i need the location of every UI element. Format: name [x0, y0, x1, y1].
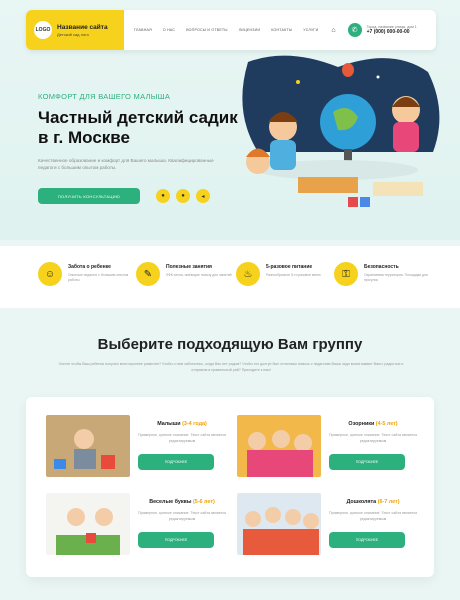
group-text: Примерное, краткое описание. Текст сайта…	[138, 511, 227, 521]
contacts-block: Город, название улицы, дом 1 +7 (000) 00…	[367, 25, 417, 35]
instagram-icon[interactable]: ●	[176, 189, 190, 203]
hero-lead: Качественное образование и комфорт для В…	[38, 158, 214, 170]
groups-panel: Малыши (3-4 года) Примерное, краткое опи…	[26, 397, 434, 577]
cart-icon[interactable]: ⌂	[331, 27, 335, 34]
kids-illustration	[242, 55, 440, 207]
feature-item: ☺ Забота о ребенке Опытные педагоги с бо…	[38, 262, 138, 286]
group-title: Веселые буквы (5-6 лет)	[138, 499, 226, 505]
group-age: (6-7 лет)	[377, 499, 400, 505]
nav-item-services[interactable]: Услуги	[303, 28, 318, 32]
site-subtitle: Детский сад лого	[57, 31, 89, 37]
feature-title: Полезные занятия	[166, 264, 212, 270]
food-icon: ♨	[236, 262, 260, 286]
group-photo	[46, 493, 130, 555]
group-age: (5-6 лет)	[192, 499, 215, 505]
group-name: Веселые буквы	[149, 499, 192, 505]
hero-title: Частный детский садик в г. Москве	[38, 108, 238, 147]
nav-item-licenses[interactable]: Лицензии	[239, 28, 261, 32]
feature-title: Безопасность	[364, 264, 399, 270]
group-photo	[237, 415, 321, 477]
feature-text: Опытные педагоги с большим опытом работы	[68, 273, 129, 282]
site-title: Название сайта	[57, 23, 108, 31]
group-name: Малыши	[157, 421, 181, 427]
feature-text: Разнообразное 5-ти разовое меню	[266, 273, 321, 277]
group-photo	[237, 493, 321, 555]
details-button[interactable]: Подробнее	[329, 454, 405, 470]
feature-item: ✎ Полезные занятия ЛФК сесна, имеющие по…	[136, 262, 236, 286]
site-header: LOGO Название сайта Детский сад лого Гла…	[26, 10, 436, 50]
phone-icon[interactable]: ✆	[347, 23, 362, 37]
brand-block[interactable]: LOGO Название сайта Детский сад лого	[26, 10, 124, 50]
groups-intro: Хотите чтобы Ваш ребенок получил всестор…	[58, 362, 404, 372]
details-button[interactable]: Подробнее	[138, 454, 214, 470]
palette-icon: ✎	[136, 262, 160, 286]
vk-icon[interactable]: ●	[156, 189, 170, 203]
lock-icon: ⚿	[334, 262, 358, 286]
group-age: (3-4 года)	[182, 421, 207, 427]
hero-tagline: КОМФОРТ ДЛЯ ВАШЕГО МАЛЫША	[38, 92, 171, 101]
feature-text: Охраняемая территория. Площадки для прог…	[364, 273, 428, 282]
telegram-icon[interactable]: ◂	[196, 189, 210, 203]
feature-item: ⚿ Безопасность Охраняемая территория. Пл…	[334, 262, 434, 286]
group-title: Озорники (4-5 лет)	[329, 421, 417, 427]
phone-number[interactable]: +7 (000) 000-00-00	[367, 29, 417, 35]
group-text: Примерное, краткое описание. Текст сайта…	[329, 433, 418, 443]
hero-section: LOGO Название сайта Детский сад лого Гла…	[0, 0, 460, 240]
group-name: Дошколята	[346, 499, 377, 505]
group-card: Дошколята (6-7 лет) Примерное, краткое о…	[237, 493, 417, 557]
groups-heading: Выберите подходящую Вам группу	[97, 336, 363, 353]
group-card: Малыши (3-4 года) Примерное, краткое опи…	[46, 415, 226, 479]
nav-item-faq[interactable]: Вопросы и ответы	[186, 28, 228, 32]
group-text: Примерное, краткое описание. Текст сайта…	[138, 433, 227, 443]
nav-item-contacts[interactable]: Контакты	[271, 28, 292, 32]
group-text: Примерное, краткое описание. Текст сайта…	[329, 511, 418, 521]
details-button[interactable]: Подробнее	[138, 532, 214, 548]
nav-item-about[interactable]: О нас	[163, 28, 175, 32]
group-photo	[46, 415, 130, 477]
child-care-icon: ☺	[38, 262, 62, 286]
features-strip: ☺ Забота о ребенке Опытные педагоги с бо…	[0, 246, 460, 308]
feature-title: 5-разовое питание	[266, 264, 313, 270]
details-button[interactable]: Подробнее	[329, 532, 405, 548]
feature-text: ЛФК сесна, имеющие пользу для занятий	[166, 273, 232, 277]
nav-item-home[interactable]: Главная	[134, 28, 152, 32]
feature-item: ♨ 5-разовое питание Разнообразное 5-ти р…	[236, 262, 336, 286]
group-title: Малыши (3-4 года)	[138, 421, 226, 427]
group-card: Озорники (4-5 лет) Примерное, краткое оп…	[237, 415, 417, 479]
group-age: (4-5 лет)	[375, 421, 398, 427]
consultation-button[interactable]: Получить консультацию	[38, 188, 140, 204]
group-card: Веселые буквы (5-6 лет) Примерное, кратк…	[46, 493, 226, 557]
group-title: Дошколята (6-7 лет)	[329, 499, 417, 505]
group-name: Озорники	[348, 421, 375, 427]
main-nav: Главная О нас Вопросы и ответы Лицензии …	[134, 28, 329, 32]
feature-title: Забота о ребенке	[68, 264, 111, 270]
logo[interactable]: LOGO	[34, 21, 52, 39]
